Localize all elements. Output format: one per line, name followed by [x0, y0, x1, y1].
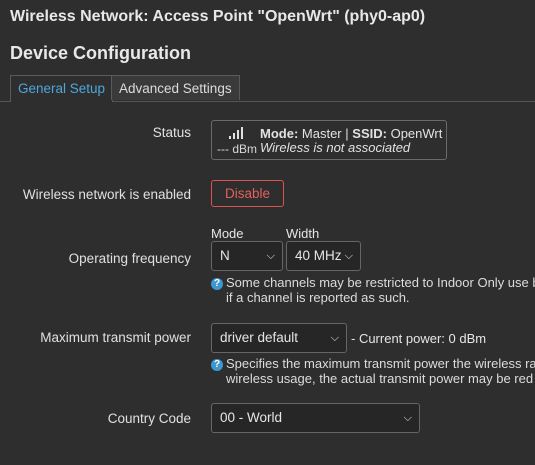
tab-advanced-settings[interactable]: Advanced Settings — [111, 75, 240, 100]
chevron-down-icon: ⌵ — [330, 332, 339, 344]
tab-bar: General Setup Advanced Settings — [0, 75, 535, 102]
frequency-help-line2: if a channel is reported as such. — [226, 290, 410, 305]
section-title: Device Configuration — [10, 43, 192, 63]
enabled-label: Wireless network is enabled — [22, 187, 191, 202]
mode-select-value: N — [220, 248, 230, 263]
txpower-select-value: driver default — [220, 330, 299, 345]
mode-header: Mode — [211, 226, 244, 241]
help-icon: ? — [211, 359, 223, 371]
mode-value: Master — [301, 126, 342, 141]
width-header: Width — [286, 226, 320, 241]
chevron-down-icon: ⌵ — [266, 250, 275, 262]
association-status: Wireless is not associated — [260, 140, 411, 155]
country-label: Country Code — [107, 411, 191, 426]
status-label: Status — [152, 125, 191, 140]
country-select[interactable]: 00 - World ⌵ — [211, 403, 420, 433]
disable-button[interactable]: Disable — [211, 180, 284, 207]
txpower-label: Maximum transmit power — [40, 330, 191, 345]
width-select[interactable]: 40 MHz ⌵ — [286, 241, 361, 271]
frequency-help-line1: Some channels may be restricted to Indoo… — [226, 275, 535, 290]
current-power: - Current power: 0 dBm — [351, 331, 487, 346]
width-select-value: 40 MHz — [295, 248, 342, 263]
ssid-label: SSID: — [352, 126, 387, 141]
txpower-help-line1: Specifies the maximum transmit power the… — [226, 356, 535, 371]
txpower-select[interactable]: driver default ⌵ — [211, 323, 347, 353]
signal-bars-icon — [229, 127, 245, 139]
frequency-help: ? Some channels may be restricted to Indo… — [211, 275, 535, 291]
chevron-down-icon: ⌵ — [403, 412, 412, 424]
status-mode-ssid: Mode: Master | SSID: OpenWrt — [260, 126, 442, 141]
frequency-label: Operating frequency — [68, 251, 191, 266]
signal-dbm: --- dBm — [217, 142, 257, 156]
mode-label: Mode: — [260, 126, 299, 141]
mode-select[interactable]: N ⌵ — [211, 241, 283, 271]
window-title: Wireless Network: Access Point "OpenWrt"… — [10, 8, 426, 25]
chevron-down-icon: ⌵ — [344, 250, 353, 262]
status-box: --- dBm Mode: Master | SSID: OpenWrt Wir… — [211, 120, 447, 160]
tab-general-setup[interactable]: General Setup — [10, 75, 114, 102]
txpower-help: ? Specifies the maximum transmit power th… — [211, 356, 535, 372]
country-select-value: 00 - World — [220, 410, 283, 425]
ssid-value: OpenWrt — [390, 126, 443, 141]
status-separator: | — [345, 126, 349, 141]
txpower-help-line2: wireless usage, the actual transmit powe… — [226, 371, 534, 386]
help-icon: ? — [211, 278, 223, 290]
